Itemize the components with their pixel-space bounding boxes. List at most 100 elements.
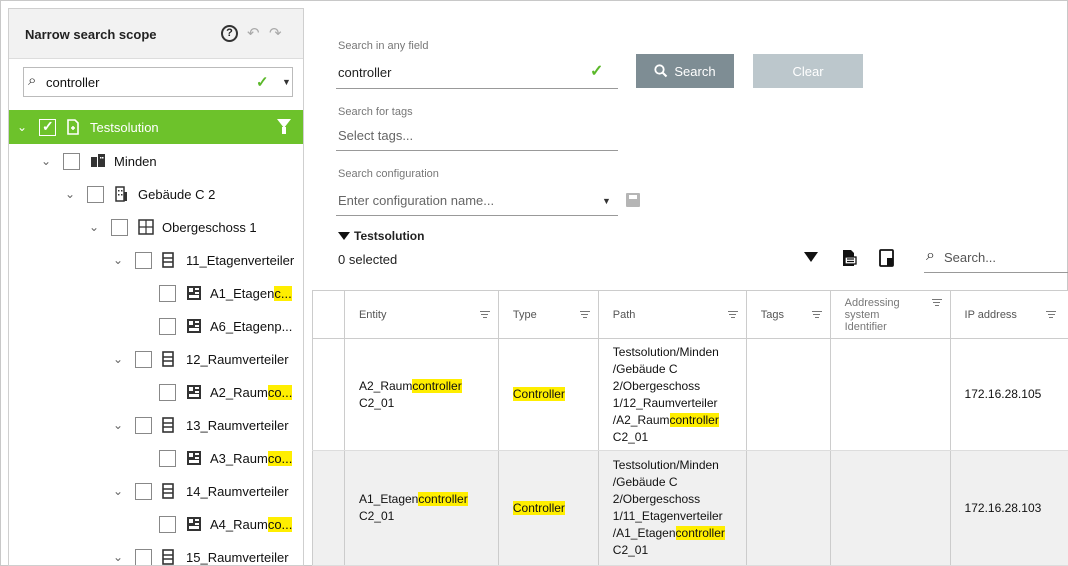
redo-icon[interactable]: ↷ [269, 24, 282, 42]
table-search-underline [924, 272, 1068, 273]
tree-checkbox[interactable] [159, 515, 176, 533]
tree-checkbox[interactable] [87, 185, 104, 203]
column-header-type[interactable]: Type [497, 290, 599, 339]
ip-cell: 172.16.28.103 [949, 450, 1068, 566]
table-header-row: Entity Type Path Tags Addressing system … [312, 290, 1068, 339]
filter-icon [338, 232, 350, 240]
tree-item-minden[interactable]: ⌄ Minden [37, 144, 157, 178]
column-header-path[interactable]: Path [597, 290, 747, 339]
floor-icon [138, 219, 154, 235]
tree-checkbox[interactable] [159, 317, 176, 335]
column-header-label: Tags [760, 308, 784, 321]
config-underline [336, 215, 618, 216]
chevron-down-icon[interactable]: ▼ [282, 77, 291, 87]
tree-item-device[interactable]: A6_Etagenp... [151, 309, 292, 343]
device-icon[interactable] [879, 249, 895, 270]
save-icon[interactable] [626, 193, 640, 207]
filter-icon[interactable] [277, 119, 291, 134]
tags-cell [745, 450, 831, 566]
row-select-cell[interactable] [312, 450, 345, 566]
tree-item-label: 13_Raumverteiler [186, 417, 289, 433]
tree-item-label: 11_Etagenverteiler [186, 252, 295, 268]
tree-item-device[interactable]: A3_Raumco... [151, 441, 293, 475]
sort-icon[interactable] [727, 309, 738, 320]
search-panel: Search in any field controller ✓ Search … [312, 0, 1068, 566]
table-row[interactable]: A1_Etagencontroller C2_01 Controller Test… [312, 450, 1068, 566]
tree-checkbox[interactable] [135, 350, 152, 368]
tree-item-floor[interactable]: ⌄ Obergeschoss 1 [85, 210, 257, 244]
tree-item-label: Obergeschoss 1 [162, 219, 257, 235]
tree-checkbox[interactable] [135, 416, 152, 434]
export-icon[interactable] [842, 249, 858, 270]
undo-icon[interactable]: ↶ [247, 24, 260, 42]
chevron-down-icon[interactable]: ⌄ [109, 484, 127, 498]
tree-item-distributor[interactable]: ⌄ 14_Raumverteiler [109, 474, 289, 508]
row-select-cell[interactable] [312, 338, 345, 451]
chevron-down-icon[interactable]: ⌄ [61, 187, 79, 201]
chevron-down-icon[interactable]: ⌄ [13, 120, 31, 134]
tree-item-label: A1_Etagenc... [210, 285, 292, 301]
chevron-down-icon[interactable]: ⌄ [109, 253, 127, 267]
search-button-label: Search [674, 63, 716, 79]
sort-icon[interactable] [811, 309, 822, 320]
distributor-icon [162, 549, 178, 565]
search-button[interactable]: Search [636, 54, 734, 88]
sort-icon[interactable] [579, 309, 590, 320]
tree-item-distributor[interactable]: ⌄ 13_Raumverteiler [109, 408, 289, 442]
sort-icon[interactable] [931, 297, 942, 308]
distributor-icon [162, 252, 178, 268]
column-header-tags[interactable]: Tags [745, 290, 831, 339]
tree-checkbox[interactable] [159, 449, 176, 467]
help-icon[interactable]: ? [221, 25, 238, 42]
tree-checkbox[interactable] [135, 251, 152, 269]
tree-item-device[interactable]: A1_Etagenc... [151, 276, 292, 310]
chevron-down-icon[interactable]: ▼ [602, 196, 611, 206]
chevron-down-icon[interactable]: ⌄ [109, 418, 127, 432]
addressing-id-cell [829, 450, 951, 566]
scope-search-input[interactable] [44, 74, 244, 91]
config-input[interactable]: Enter configuration name... [338, 193, 494, 208]
path-cell: Testsolution/Minden/Gebäude C 2/Obergesch… [597, 450, 747, 566]
column-header-addressing-id[interactable]: Addressing system Identifier [829, 290, 951, 339]
clear-button[interactable]: Clear [753, 54, 863, 88]
tree-item-device[interactable]: A2_Raumco... [151, 375, 293, 409]
scope-search-box: ⌕ ✓ ▼ [23, 67, 293, 97]
sort-icon[interactable] [479, 309, 490, 320]
chevron-down-icon[interactable]: ⌄ [109, 550, 127, 564]
table-search-input[interactable]: Search... [944, 250, 996, 265]
tree-checkbox[interactable] [135, 548, 152, 565]
distributor-icon [162, 351, 178, 367]
any-field-input[interactable]: controller [338, 65, 391, 80]
column-header-entity[interactable]: Entity [343, 290, 499, 339]
distributor-icon [162, 417, 178, 433]
tree-checkbox[interactable] [111, 218, 128, 236]
tree-item-device[interactable]: A4_Raumco... [151, 507, 293, 541]
tree-item-label: A6_Etagenp... [210, 318, 293, 334]
chevron-down-icon[interactable]: ⌄ [37, 154, 55, 168]
tree-item-distributor[interactable]: ⌄ 15_Raumverteiler [109, 540, 289, 565]
tags-input[interactable]: Select tags... [338, 128, 413, 143]
filter-icon[interactable] [804, 252, 818, 262]
select-column-header[interactable] [312, 290, 345, 339]
column-header-ip[interactable]: IP address [949, 290, 1068, 339]
entity-cell: A1_Etagencontroller C2_01 [343, 450, 499, 566]
active-filter: Testsolution [338, 229, 424, 243]
tree-item-building[interactable]: ⌄ Gebäude C 2 [61, 177, 215, 211]
column-header-label: Path [612, 308, 636, 321]
chevron-down-icon[interactable]: ⌄ [85, 220, 103, 234]
tree-checkbox[interactable] [135, 482, 152, 500]
tree-item-testsolution[interactable]: ⌄ Testsolution [9, 110, 303, 144]
tree-item-label: Minden [114, 153, 157, 169]
tree-item-distributor[interactable]: ⌄ 11_Etagenverteiler [109, 243, 294, 277]
tree-checkbox[interactable] [63, 152, 80, 170]
results-table: Entity Type Path Tags Addressing system … [312, 290, 1068, 566]
tree-checkbox[interactable] [159, 284, 176, 302]
table-row[interactable]: A2_Raumcontroller C2_01 Controller Testso… [312, 338, 1068, 451]
tree-item-distributor[interactable]: ⌄ 12_Raumverteiler [109, 342, 289, 376]
tree-item-label: 12_Raumverteiler [186, 351, 289, 367]
sort-icon[interactable] [1046, 309, 1056, 320]
chevron-down-icon[interactable]: ⌄ [109, 352, 127, 366]
tree-item-label: Testsolution [90, 119, 159, 135]
tree-checkbox[interactable] [39, 118, 56, 136]
tree-checkbox[interactable] [159, 383, 176, 401]
